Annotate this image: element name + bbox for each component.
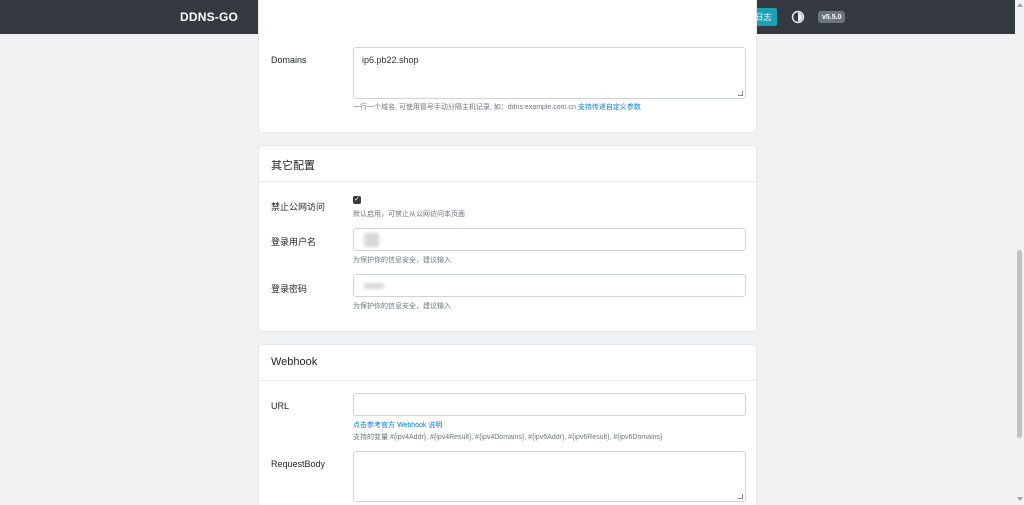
version-badge: v5.5.0 <box>818 11 846 23</box>
other-config-card: 其它配置 禁止公网访问 ✓ 默认启用，可禁止从公网访问本页面 登录用户名 为保护… <box>258 145 757 332</box>
domains-help: 一行一个域名, 可使用冒号手动分隔主机记录, 如：ddns:example.co… <box>353 102 641 112</box>
brand-logo[interactable]: DDNS-GO <box>180 10 238 24</box>
domains-value: ip6.pb22.shop <box>362 55 419 65</box>
password-help: 为保护你的信息安全，建议输入 <box>353 303 451 310</box>
url-input[interactable] <box>353 393 746 416</box>
url-label: URL <box>271 401 290 411</box>
domains-help-text: 一行一个域名, 可使用冒号手动分隔主机记录, 如：ddns:example.co… <box>353 104 576 111</box>
custom-params-link[interactable]: 支持传递自定义参数 <box>578 104 641 111</box>
username-input[interactable] <box>353 228 746 251</box>
scroll-down-arrow-icon[interactable] <box>1017 497 1023 501</box>
disable-public-help: 默认启用，可禁止从公网访问本页面 <box>353 211 465 218</box>
scroll-thumb[interactable] <box>1017 250 1022 438</box>
password-label: 登录密码 <box>271 284 308 294</box>
request-body-label: RequestBody <box>271 459 326 469</box>
request-body-textarea[interactable] <box>353 451 746 502</box>
domains-label: Domains <box>271 55 307 65</box>
domains-card: Domains ip6.pb22.shop 一行一个域名, 可使用冒号手动分隔主… <box>258 0 757 133</box>
card-title: Webhook <box>271 356 318 368</box>
disable-public-label: 禁止公网访问 <box>271 202 326 212</box>
card-header: 其它配置 <box>259 146 756 182</box>
username-help: 为保护你的信息安全，建议输入 <box>353 257 451 264</box>
password-input[interactable] <box>353 274 746 297</box>
webhook-docs-link[interactable]: 点击参考官方 Webhook 说明 <box>353 420 442 430</box>
blurred-username <box>364 233 379 247</box>
domains-textarea[interactable]: ip6.pb22.shop <box>353 47 746 99</box>
resize-handle[interactable] <box>738 494 743 499</box>
blurred-password <box>364 283 384 289</box>
username-label: 登录用户名 <box>271 237 317 247</box>
disable-public-checkbox[interactable]: ✓ <box>353 196 361 204</box>
webhook-card: Webhook URL 点击参考官方 Webhook 说明 支持的变量 #{ip… <box>258 344 757 505</box>
card-title: 其它配置 <box>271 160 315 172</box>
webhook-vars-help: 支持的变量 #{ipv4Addr}, #{ipv4Result}, #{ipv4… <box>353 434 663 441</box>
half-circle-icon[interactable] <box>791 10 805 24</box>
clipped-text <box>353 35 355 42</box>
page-scrollbar[interactable] <box>1015 0 1024 505</box>
scroll-up-arrow-icon[interactable] <box>1017 3 1023 7</box>
resize-handle[interactable] <box>738 91 743 96</box>
card-header: Webhook <box>259 345 756 381</box>
